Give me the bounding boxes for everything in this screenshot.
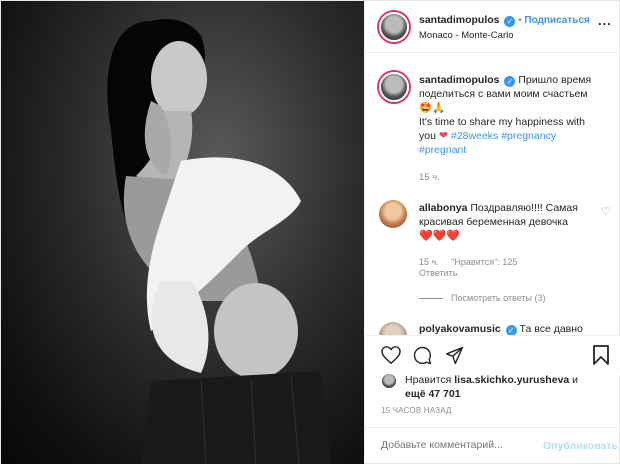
post-photo[interactable] bbox=[1, 1, 364, 464]
hashtag-pregnant[interactable]: #pregnant bbox=[419, 143, 614, 157]
save-bookmark-icon[interactable] bbox=[593, 345, 609, 365]
like-heart-icon[interactable] bbox=[381, 346, 401, 364]
verified-badge-icon: ✓ bbox=[504, 16, 516, 27]
likes-prefix: Нравится bbox=[405, 374, 452, 386]
comment1-reply-button[interactable]: Ответить bbox=[419, 268, 457, 278]
comment1-like-heart-icon[interactable]: ♡ bbox=[601, 205, 611, 218]
author-username[interactable]: santadimopulos bbox=[419, 14, 500, 26]
add-comment-bar: Опубликовать bbox=[365, 427, 620, 464]
likes-summary: Нравится lisa.skichko.yurusheva и ещё 47… bbox=[405, 373, 615, 401]
location-link[interactable]: Monaco - Monte-Carlo bbox=[419, 30, 514, 41]
verified-badge-icon: ✓ bbox=[504, 76, 516, 87]
hashtag-28weeks[interactable]: #28weeks bbox=[451, 130, 498, 142]
view-replies-link[interactable]: Посмотреть ответы (3) bbox=[419, 293, 546, 303]
caption-time[interactable]: 15 ч. bbox=[419, 172, 440, 183]
comment-input[interactable] bbox=[381, 439, 541, 451]
comment1-likes[interactable]: "Нравится": 125 bbox=[451, 257, 517, 267]
caption-line1: Пришло время bbox=[518, 74, 592, 86]
caption-avatar[interactable] bbox=[379, 72, 409, 102]
comment-bubble-icon[interactable] bbox=[413, 346, 432, 365]
caption-line2: поделиться с вами моим счастьем bbox=[419, 88, 588, 100]
comment1-line1: Поздравляю!!!! Самая bbox=[470, 202, 578, 214]
publish-button[interactable]: Опубликовать bbox=[543, 440, 618, 452]
header-title-row: santadimopulos ✓ • Подписаться bbox=[419, 14, 590, 27]
likes-count[interactable]: ещё 47 701 bbox=[405, 387, 615, 401]
heart-emoji-icon: ❤ bbox=[438, 130, 449, 142]
comment1-hearts: ❤️❤️❤️ bbox=[419, 230, 461, 242]
more-options-icon[interactable]: ... bbox=[598, 13, 612, 28]
author-avatar[interactable] bbox=[379, 12, 409, 42]
comment2-username[interactable]: polyakovamusic bbox=[419, 323, 501, 335]
post-sidebar: santadimopulos ✓ • Подписаться Monaco - … bbox=[364, 1, 620, 464]
caption-line4: you bbox=[419, 130, 436, 142]
caption-username[interactable]: santadimopulos bbox=[419, 74, 500, 86]
caption-line3: It's time to share my happiness with bbox=[419, 116, 585, 128]
photo-figure bbox=[107, 19, 331, 464]
replies-divider bbox=[419, 298, 443, 300]
view-replies-label: Посмотреть ответы (3) bbox=[451, 293, 546, 303]
likes-suffix: и bbox=[572, 374, 579, 386]
liker-username[interactable]: lisa.skichko.yurusheva bbox=[454, 374, 569, 386]
post-container: santadimopulos ✓ • Подписаться Monaco - … bbox=[0, 0, 620, 464]
post-header: santadimopulos ✓ • Подписаться Monaco - … bbox=[365, 1, 620, 53]
caption-emoji: 🤩🙏 bbox=[419, 102, 446, 114]
comment1-block: allabonya Поздравляю!!!! Самая красивая … bbox=[419, 201, 599, 243]
commenter-avatar[interactable] bbox=[379, 200, 407, 228]
comment1-line2: красивая беременная девочка bbox=[419, 216, 568, 228]
comment2-text: Та все давно bbox=[519, 323, 583, 335]
header-separator: • bbox=[518, 15, 522, 26]
hashtag-pregnancy[interactable]: #pregnancy bbox=[501, 130, 556, 142]
post-timestamp[interactable]: 15 ЧАСОВ НАЗАД bbox=[381, 406, 452, 415]
follow-button[interactable]: Подписаться bbox=[524, 15, 589, 26]
comment1-meta: 15 ч. "Нравится": 125 bbox=[419, 257, 517, 267]
action-bar bbox=[365, 335, 620, 375]
liker-avatar[interactable] bbox=[381, 373, 397, 389]
comment1-time[interactable]: 15 ч. bbox=[419, 257, 439, 267]
caption-block: santadimopulos ✓ Пришло время поделиться… bbox=[419, 73, 614, 157]
comment1-username[interactable]: allabonya bbox=[419, 202, 467, 214]
share-send-icon[interactable] bbox=[445, 346, 464, 365]
